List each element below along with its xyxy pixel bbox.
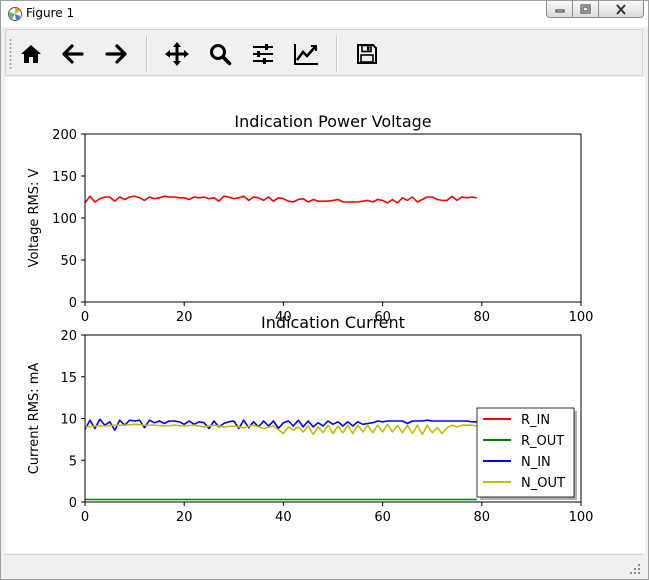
chart-title: Indication Current [261,313,405,332]
home-button[interactable] [14,37,48,71]
resize-grip-icon[interactable] [629,563,641,575]
x-tick-label: 20 [176,310,193,325]
series-line-voltage [84,195,477,204]
axes-frame [84,133,582,303]
y-tick-label: 100 [52,212,77,227]
y-tick-label: 150 [52,170,77,185]
x-tick-label: 40 [275,510,292,525]
x-tick-label: 80 [474,510,491,525]
subplots-button[interactable] [246,37,280,71]
legend-label: R_IN [521,413,550,428]
close-button[interactable] [598,1,644,18]
y-axis-label: Current RMS: mA [27,363,42,475]
matplotlib-logo-icon [8,7,22,21]
back-button[interactable] [56,37,90,71]
maximize-icon [580,4,591,14]
chart-title: Indication Power Voltage [234,112,431,131]
back-arrow-icon [62,44,84,64]
pan-icon [165,42,189,66]
customize-button[interactable] [289,37,323,71]
x-tick-label: 100 [569,310,594,325]
x-tick-label: 100 [569,510,594,525]
maximize-button[interactable] [572,1,599,18]
y-tick-label: 0 [69,296,77,311]
x-tick-label: 0 [81,510,89,525]
minimize-button[interactable] [546,1,573,18]
toolbar-grip[interactable] [9,38,12,70]
title-bar[interactable]: Figure 1 [1,1,648,27]
zoom-button[interactable] [203,37,237,71]
forward-button[interactable] [99,37,133,71]
navigation-toolbar [5,29,643,76]
legend-label: R_OUT [521,434,564,449]
status-bar [5,554,643,577]
subplots-icon [253,44,273,64]
x-tick-label: 80 [474,310,491,325]
y-tick-label: 15 [60,371,77,386]
x-tick-label: 60 [374,510,391,525]
y-tick-label: 200 [52,128,77,143]
toolbar-separator [336,36,338,72]
y-tick-label: 10 [60,413,77,428]
window-controls [546,1,644,21]
x-tick-label: 0 [81,310,89,325]
save-icon [357,44,377,64]
x-tick-label: 20 [176,510,193,525]
customize-icon [294,44,318,65]
y-tick-label: 20 [60,329,77,344]
legend-label: N_OUT [521,476,565,491]
pan-button[interactable] [160,37,194,71]
close-icon [616,3,626,15]
figure-canvas[interactable]: Indication Power Voltage Voltage RMS: V02… [5,77,645,553]
figure-window: Figure 1 Indication Power Voltage Voltag… [0,0,649,580]
y-axis-label: Voltage RMS: V [27,168,42,267]
toolbar-separator [146,36,148,72]
minimize-icon [555,9,564,13]
forward-arrow-icon [105,44,127,64]
y-tick-label: 5 [69,454,77,469]
legend-label: N_IN [521,455,551,470]
y-tick-label: 0 [69,496,77,511]
figure-plot[interactable]: Indication Power VoltageVoltage RMS: V0 2… [5,77,645,553]
y-tick-label: 50 [60,254,77,269]
zoom-icon [210,44,232,66]
home-icon [21,45,41,63]
window-title: Figure 1 [26,6,75,20]
save-button[interactable] [350,37,384,71]
